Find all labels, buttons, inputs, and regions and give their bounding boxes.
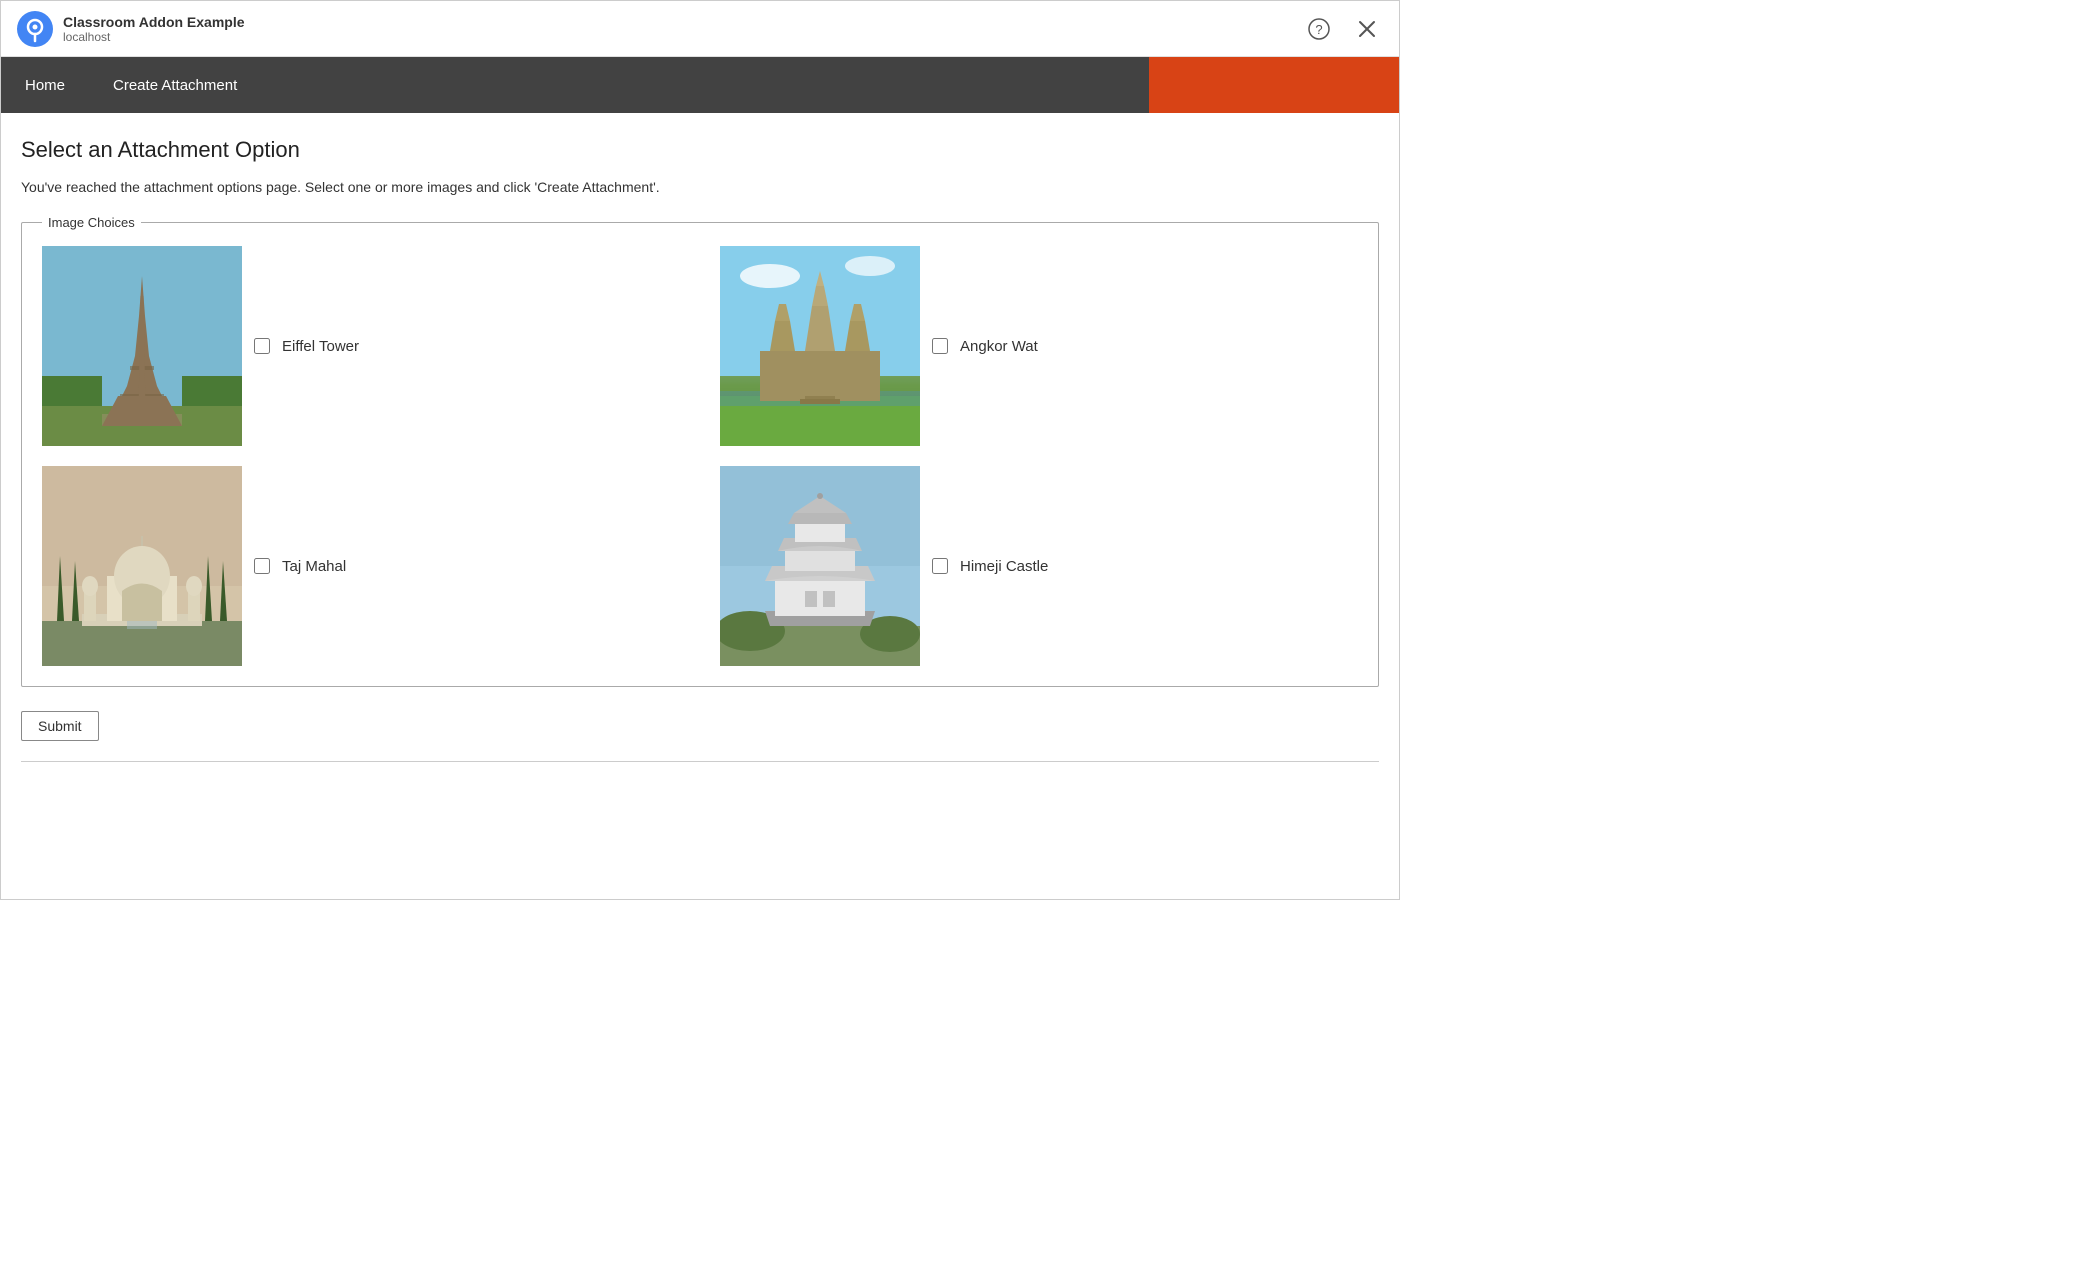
image-item-himeji: Himeji Castle	[720, 466, 1358, 666]
app-subtitle: localhost	[63, 30, 245, 44]
checkbox-eiffel[interactable]	[254, 338, 270, 354]
title-bar: Classroom Addon Example localhost ?	[1, 1, 1399, 57]
help-button[interactable]: ?	[1303, 13, 1335, 45]
label-himeji: Himeji Castle	[960, 558, 1048, 575]
image-angkor	[720, 246, 920, 446]
image-item-angkor: Angkor Wat	[720, 246, 1358, 446]
close-icon	[1358, 20, 1376, 38]
page-description: You've reached the attachment options pa…	[21, 179, 1379, 195]
submit-button[interactable]: Submit	[21, 711, 99, 741]
checkbox-himeji[interactable]	[932, 558, 948, 574]
checkbox-angkor[interactable]	[932, 338, 948, 354]
image-eiffel	[42, 246, 242, 446]
main-content: Select an Attachment Option You've reach…	[1, 113, 1399, 786]
label-tajmahal: Taj Mahal	[282, 558, 346, 575]
help-icon: ?	[1308, 18, 1330, 40]
image-choices-fieldset: Image Choices	[21, 215, 1379, 687]
title-bar-left: Classroom Addon Example localhost	[17, 11, 245, 47]
image-item-eiffel: Eiffel Tower	[42, 246, 680, 446]
app-icon	[17, 11, 53, 47]
image-himeji	[720, 466, 920, 666]
image-choices-legend: Image Choices	[42, 215, 141, 230]
nav-create-attachment[interactable]: Create Attachment	[89, 57, 261, 113]
close-button[interactable]	[1351, 13, 1383, 45]
label-eiffel: Eiffel Tower	[282, 338, 359, 355]
label-angkor: Angkor Wat	[960, 338, 1038, 355]
app-title: Classroom Addon Example	[63, 14, 245, 30]
nav-accent-block	[1149, 57, 1399, 113]
image-grid: Eiffel Tower	[42, 246, 1358, 666]
image-item-tajmahal: Taj Mahal	[42, 466, 680, 666]
nav-spacer	[261, 57, 1149, 113]
nav-bar: Home Create Attachment	[1, 57, 1399, 113]
page-heading: Select an Attachment Option	[21, 137, 1379, 163]
image-tajmahal	[42, 466, 242, 666]
bottom-divider	[21, 761, 1379, 762]
checkbox-tajmahal[interactable]	[254, 558, 270, 574]
app-info: Classroom Addon Example localhost	[63, 14, 245, 44]
svg-text:?: ?	[1315, 22, 1322, 37]
title-bar-right: ?	[1303, 13, 1383, 45]
nav-home[interactable]: Home	[1, 57, 89, 113]
